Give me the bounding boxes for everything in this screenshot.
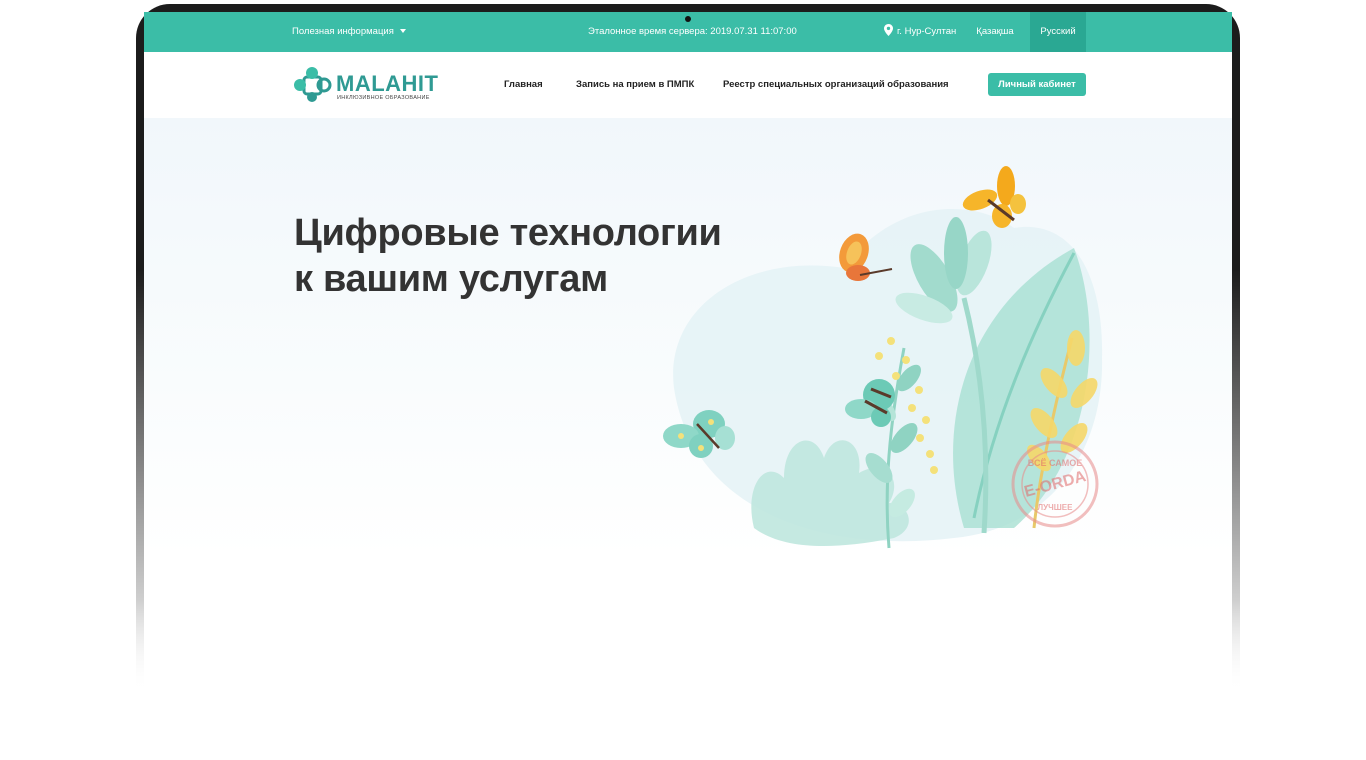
caret-down-icon: [399, 29, 406, 34]
useful-info-dropdown[interactable]: Полезная информация: [292, 12, 406, 52]
city-selector[interactable]: г. Нур-Султан: [884, 12, 956, 52]
laptop-screen: Полезная информация Эталонное время серв…: [144, 12, 1232, 704]
server-time: Эталонное время сервера: 2019.07.31 11:0…: [588, 26, 797, 37]
stamp-top-text: ВСЁ САМОЕ: [1028, 458, 1082, 468]
logo-brand: MALAHIT: [336, 71, 439, 96]
useful-info-label: Полезная информация: [292, 26, 394, 37]
site-logo[interactable]: MALAHIT ИНКЛЮЗИВНОЕ ОБРАЗОВАНИЕ: [292, 65, 442, 105]
personal-cabinet-button[interactable]: Личный кабинет: [988, 73, 1086, 96]
hero-section: Цифровые технологии к вашим услугам ВСЁ …: [144, 118, 1232, 704]
lang-russian[interactable]: Русский: [1030, 12, 1086, 52]
city-label: г. Нур-Султан: [897, 26, 957, 37]
lang-kazakh[interactable]: Қазақша: [964, 12, 1026, 52]
nav-home[interactable]: Главная: [504, 52, 543, 118]
hero-illustration: ВСЁ САМОЕ E-ORDA ЛУЧШЕЕ: [663, 166, 1103, 549]
puzzle-logo-icon: [294, 67, 332, 102]
logo-tagline: ИНКЛЮЗИВНОЕ ОБРАЗОВАНИЕ: [337, 95, 430, 101]
laptop-camera: [685, 16, 691, 22]
main-header: MALAHIT ИНКЛЮЗИВНОЕ ОБРАЗОВАНИЕ Главная …: [144, 52, 1232, 118]
stamp-bottom-text: ЛУЧШЕЕ: [1038, 503, 1074, 512]
map-pin-icon: [884, 24, 893, 36]
nav-special-registry[interactable]: Реестр специальных организаций образован…: [723, 52, 949, 118]
nav-pmpk-appointment[interactable]: Запись на прием в ПМПК: [576, 52, 694, 118]
